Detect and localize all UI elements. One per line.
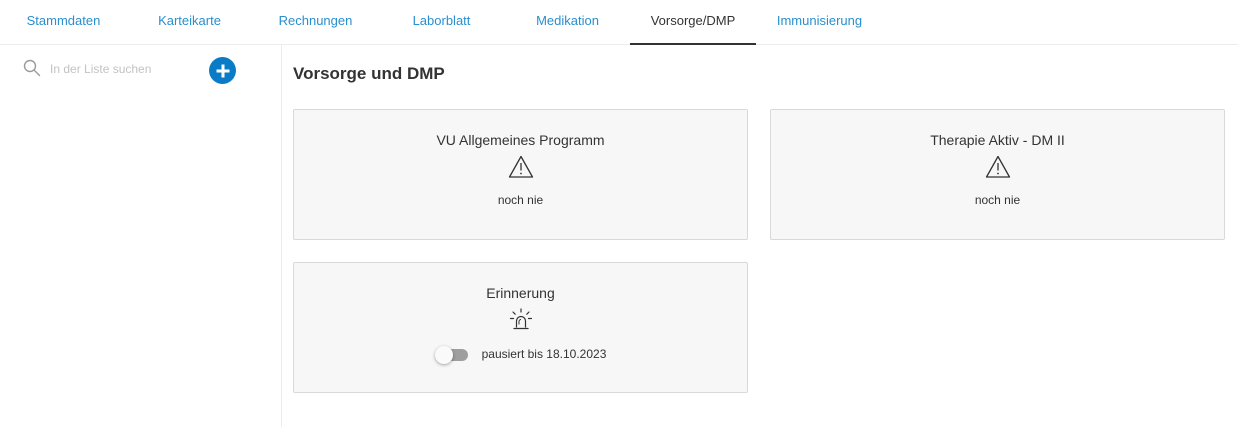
card-title: Erinnerung [486, 285, 555, 301]
alarm-light-icon [508, 308, 534, 332]
tab-laborblatt[interactable]: Laborblatt [391, 0, 492, 45]
tab-immunisierung[interactable]: Immunisierung [768, 0, 871, 45]
sidebar [0, 45, 282, 427]
reminder-toggle[interactable] [434, 345, 469, 364]
card-status: noch nie [974, 193, 1021, 207]
page-title: Vorsorge und DMP [293, 64, 445, 83]
search-input[interactable] [50, 58, 200, 80]
card-title: VU Allgemeines Programm [436, 132, 605, 148]
card-status: noch nie [497, 193, 544, 207]
reminder-status: pausiert bis 18.10.2023 [481, 347, 607, 361]
card-title: Therapie Aktiv - DM II [930, 132, 1065, 148]
tab-karteikarte[interactable]: Karteikarte [139, 0, 240, 45]
tab-stammdaten[interactable]: Stammdaten [12, 0, 115, 45]
add-button[interactable] [209, 57, 236, 84]
search-icon [23, 59, 41, 77]
tab-rechnungen[interactable]: Rechnungen [262, 0, 369, 45]
card-erinnerung[interactable]: Erinnerung pausiert bis 18.10.2023 [293, 262, 748, 393]
reminder-row: pausiert bis 18.10.2023 [294, 345, 747, 364]
tab-vorsorge-dmp[interactable]: Vorsorge/DMP [630, 0, 756, 45]
warning-icon [508, 155, 534, 179]
toggle-thumb [434, 346, 453, 364]
card-vu-allgemeines-programm[interactable]: VU Allgemeines Programm noch nie [293, 109, 748, 240]
tab-medikation[interactable]: Medikation [517, 0, 618, 45]
tab-bar: Stammdaten Karteikarte Rechnungen Laborb… [0, 0, 1238, 45]
card-therapie-aktiv-dm-ii[interactable]: Therapie Aktiv - DM II noch nie [770, 109, 1225, 240]
warning-icon [985, 155, 1011, 179]
